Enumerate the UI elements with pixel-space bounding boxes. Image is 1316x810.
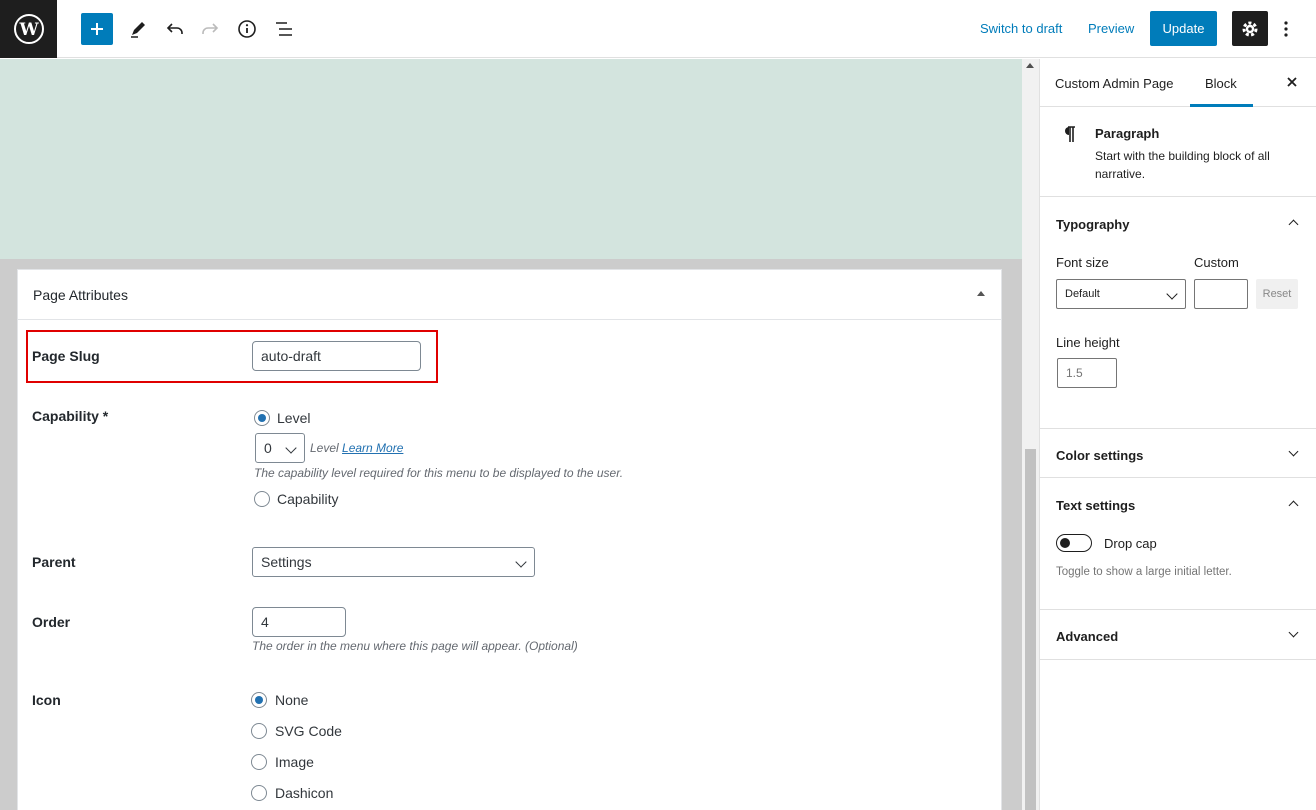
- scroll-up-arrow-icon[interactable]: [1026, 63, 1034, 68]
- capability-description: The capability level required for this m…: [254, 466, 624, 480]
- text-settings-panel: Text settings Drop cap Toggle to show a …: [1040, 478, 1316, 610]
- tab-custom-admin-page[interactable]: Custom Admin Page: [1055, 76, 1174, 91]
- switch-to-draft-link[interactable]: Switch to draft: [980, 21, 1062, 36]
- svg-text:W: W: [18, 20, 39, 40]
- more-options-button[interactable]: [1278, 13, 1294, 45]
- icon-dashicon-radio[interactable]: [251, 785, 267, 801]
- vertical-ellipsis-icon: [1284, 21, 1288, 37]
- details-button[interactable]: [231, 13, 263, 45]
- scrollbar-thumb[interactable]: [1025, 449, 1036, 810]
- order-label: Order: [32, 614, 71, 630]
- outline-button[interactable]: [268, 13, 300, 45]
- undo-button[interactable]: [159, 13, 191, 45]
- info-icon: [238, 20, 256, 38]
- level-select-value: 0: [264, 440, 272, 456]
- redo-button[interactable]: [194, 13, 226, 45]
- block-content-area[interactable]: [0, 59, 1022, 259]
- chevron-down-icon: [285, 442, 297, 454]
- drop-cap-toggle[interactable]: [1056, 534, 1092, 552]
- editor-canvas: Page Attributes Page Slug auto-draft Cap…: [0, 59, 1022, 810]
- custom-font-size-input[interactable]: [1194, 279, 1248, 309]
- plus-icon: [91, 23, 103, 35]
- capability-label: Capability *: [32, 408, 109, 424]
- page-slug-label: Page Slug: [32, 348, 100, 364]
- chevron-down-icon[interactable]: [1288, 446, 1299, 457]
- order-input[interactable]: 4: [252, 607, 346, 637]
- color-settings-panel[interactable]: Color settings: [1040, 429, 1316, 478]
- learn-more-link[interactable]: Learn More: [342, 441, 403, 455]
- settings-button[interactable]: [1232, 11, 1268, 46]
- icon-none-radio[interactable]: [251, 692, 267, 708]
- top-toolbar: W Switch to draft Preview Update: [0, 0, 1316, 58]
- settings-sidebar: Custom Admin Page Block Paragraph Start …: [1039, 59, 1316, 810]
- chevron-up-icon[interactable]: [1288, 500, 1299, 511]
- block-card: Paragraph Start with the building block …: [1040, 107, 1316, 197]
- level-radio-label: Level: [277, 410, 311, 426]
- parent-label: Parent: [32, 554, 76, 570]
- chevron-down-icon: [1166, 288, 1178, 300]
- order-help-text: The order in the menu where this page wi…: [252, 639, 578, 653]
- block-name: Paragraph: [1095, 126, 1160, 141]
- page-slug-input[interactable]: auto-draft: [252, 341, 421, 371]
- capability-radio-label: Capability: [277, 491, 339, 507]
- close-icon[interactable]: [1285, 75, 1299, 89]
- typography-title[interactable]: Typography: [1056, 217, 1129, 232]
- reset-font-size-button[interactable]: Reset: [1256, 279, 1298, 309]
- icon-image-radio[interactable]: [251, 754, 267, 770]
- icon-option-label: Image: [275, 754, 314, 770]
- text-settings-title[interactable]: Text settings: [1056, 498, 1135, 513]
- icon-option-label: SVG Code: [275, 723, 342, 739]
- icon-option-label: Dashicon: [275, 785, 334, 801]
- paragraph-icon: [1065, 126, 1075, 142]
- metabox-title: Page Attributes: [33, 287, 128, 303]
- parent-select-value: Settings: [261, 554, 312, 570]
- block-description: Start with the building block of all nar…: [1095, 149, 1270, 181]
- preview-link[interactable]: Preview: [1088, 21, 1134, 36]
- pencil-icon: [131, 22, 145, 38]
- wordpress-logo-icon[interactable]: W: [0, 0, 57, 58]
- icon-label: Icon: [32, 692, 61, 708]
- list-view-icon: [276, 22, 292, 36]
- font-size-label: Font size: [1056, 255, 1109, 270]
- tab-block[interactable]: Block: [1205, 76, 1237, 91]
- metabox-header[interactable]: Page Attributes: [18, 270, 1001, 320]
- advanced-panel[interactable]: Advanced: [1040, 610, 1316, 660]
- font-size-select-value: Default: [1065, 288, 1100, 300]
- page-attributes-metabox: Page Attributes Page Slug auto-draft Cap…: [17, 269, 1002, 810]
- undo-icon: [166, 23, 183, 34]
- line-height-label: Line height: [1056, 335, 1120, 350]
- update-button[interactable]: Update: [1150, 11, 1217, 46]
- level-help-text: Level Learn More: [310, 441, 403, 455]
- advanced-title[interactable]: Advanced: [1056, 629, 1118, 644]
- chevron-down-icon: [515, 556, 527, 568]
- chevron-down-icon[interactable]: [1288, 627, 1299, 638]
- level-radio[interactable]: [254, 410, 270, 426]
- drop-cap-help: Toggle to show a large initial letter.: [1056, 566, 1232, 578]
- capability-radio[interactable]: [254, 491, 270, 507]
- add-block-button[interactable]: [81, 13, 113, 45]
- custom-size-label: Custom: [1194, 255, 1239, 270]
- level-help-prefix: Level: [310, 441, 339, 455]
- sidebar-tabs: Custom Admin Page Block: [1040, 59, 1316, 107]
- redo-icon: [202, 23, 219, 34]
- gear-icon: [1242, 21, 1258, 36]
- collapse-arrow-icon[interactable]: [977, 291, 985, 296]
- color-settings-title[interactable]: Color settings: [1056, 448, 1143, 463]
- font-size-select[interactable]: Default: [1056, 279, 1186, 309]
- drop-cap-label: Drop cap: [1104, 536, 1157, 551]
- parent-select[interactable]: Settings: [252, 547, 535, 577]
- icon-svg-code-radio[interactable]: [251, 723, 267, 739]
- edit-tool-button[interactable]: [122, 13, 154, 45]
- icon-option-label: None: [275, 692, 309, 708]
- chevron-up-icon[interactable]: [1288, 219, 1299, 230]
- canvas-scrollbar[interactable]: [1022, 59, 1039, 810]
- line-height-input[interactable]: 1.5: [1057, 358, 1117, 388]
- level-select[interactable]: 0: [255, 433, 305, 463]
- typography-panel: Typography Font size Custom Default Rese…: [1040, 197, 1316, 429]
